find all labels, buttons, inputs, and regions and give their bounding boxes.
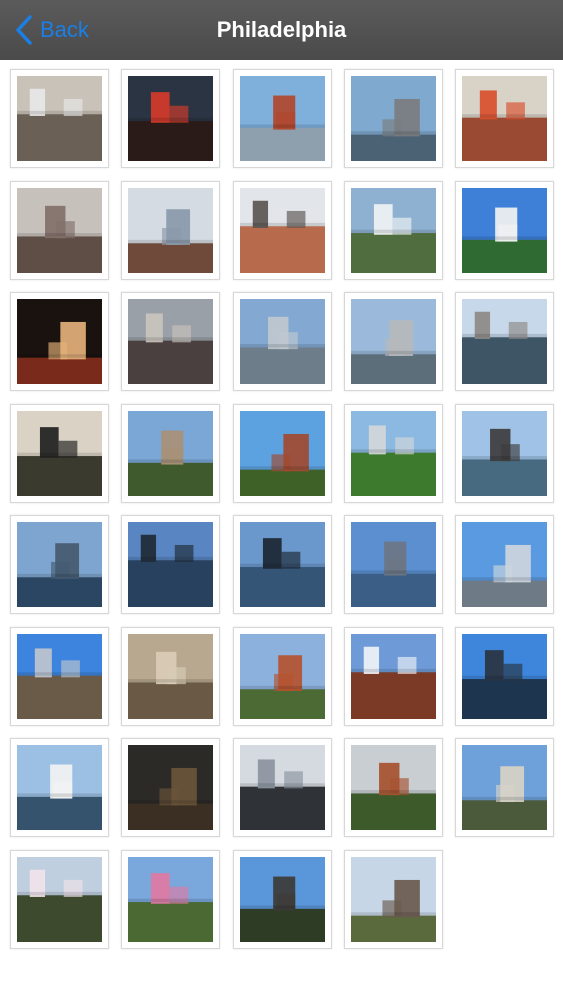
photo-thumbnail[interactable] — [233, 69, 332, 168]
photo-thumbnail[interactable] — [455, 626, 554, 726]
photo-thumbnail[interactable] — [10, 515, 109, 614]
photo-thumbnail[interactable] — [344, 180, 443, 280]
skyline-trees-photo-icon — [240, 187, 325, 273]
photo-thumbnail[interactable] — [344, 738, 443, 837]
photo-thumbnail[interactable] — [121, 849, 220, 949]
photo-thumbnail[interactable] — [233, 515, 332, 614]
photo-thumbnail[interactable] — [10, 180, 109, 280]
ben-franklin-bridge-photo-icon — [128, 522, 213, 607]
fountain-photo-icon — [351, 187, 436, 273]
photo-thumbnail[interactable] — [121, 738, 220, 837]
photo-thumbnail[interactable] — [233, 292, 332, 391]
victorian-house-photo-icon — [351, 856, 436, 942]
photo-thumbnail[interactable] — [10, 69, 109, 168]
navigation-bar: Back Philadelphia — [0, 0, 563, 60]
foggy-city-photo-icon — [17, 187, 102, 273]
river-cityscape-photo-icon — [351, 299, 436, 384]
harbor-skyline-photo-icon — [17, 633, 102, 719]
photo-thumbnail[interactable] — [121, 626, 220, 726]
river-skyline-photo-icon — [351, 522, 436, 607]
photo-thumbnail[interactable] — [10, 738, 109, 837]
brick-hall-photo-icon — [240, 633, 325, 719]
liberty-bell-photo-icon — [128, 745, 213, 830]
dusk-skyline-photo-icon — [17, 522, 102, 607]
bridge-tower-photo-icon — [462, 633, 547, 719]
photo-thumbnail[interactable] — [455, 403, 554, 503]
photo-thumbnail[interactable] — [344, 403, 443, 503]
photo-thumbnail[interactable] — [344, 849, 443, 949]
museum-dome-photo-icon — [240, 410, 325, 496]
river-factory-photo-icon — [462, 410, 547, 496]
photo-thumbnail[interactable] — [121, 403, 220, 503]
ferry-boat-photo-icon — [17, 745, 102, 830]
green-park-photo-icon — [351, 410, 436, 496]
photo-thumbnail[interactable] — [121, 515, 220, 614]
statue-photo-icon — [17, 76, 102, 161]
photo-thumbnail[interactable] — [233, 849, 332, 949]
tower-trees-photo-icon — [351, 745, 436, 830]
city-hall-lit-photo-icon — [17, 299, 102, 384]
page-title: Philadelphia — [216, 17, 347, 42]
lighthouse-photo-icon — [240, 856, 325, 942]
photo-thumbnail[interactable] — [121, 69, 220, 168]
photo-thumbnail[interactable] — [344, 515, 443, 614]
photo-thumbnail[interactable] — [10, 626, 109, 726]
photo-grid — [0, 60, 563, 1000]
pink-blossoms-photo-icon — [128, 856, 213, 942]
photo-thumbnail[interactable] — [233, 626, 332, 726]
stone-columns-photo-icon — [128, 633, 213, 719]
photo-thumbnail[interactable] — [455, 69, 554, 168]
bridge-river-photo-icon — [240, 522, 325, 607]
city-skyline-photo-icon — [462, 522, 547, 607]
balloon-photo-icon — [462, 187, 547, 273]
red-church-photo-icon — [240, 76, 325, 161]
photo-thumbnail[interactable] — [455, 180, 554, 280]
gray-buildings-photo-icon — [128, 299, 213, 384]
photo-thumbnail[interactable] — [233, 403, 332, 503]
photo-thumbnail[interactable] — [10, 403, 109, 503]
photo-thumbnail[interactable] — [233, 180, 332, 280]
elephant-statue-photo-icon — [17, 410, 102, 496]
glass-tower-photo-icon — [240, 745, 325, 830]
photo-thumbnail[interactable] — [121, 180, 220, 280]
park-fountain-photo-icon — [128, 410, 213, 496]
photo-thumbnail[interactable] — [121, 292, 220, 391]
city-hall-night-photo-icon — [128, 76, 213, 161]
independence-hall-photo-icon — [351, 633, 436, 719]
photo-thumbnail[interactable] — [10, 292, 109, 391]
photo-thumbnail[interactable] — [233, 738, 332, 837]
boathouse-photo-icon — [462, 299, 547, 384]
photo-thumbnail[interactable] — [10, 849, 109, 949]
river-bridge-photo-icon — [240, 299, 325, 384]
photo-thumbnail[interactable] — [344, 626, 443, 726]
city-hall-flowers-photo-icon — [462, 76, 547, 161]
skyscraper-photo-icon — [128, 187, 213, 273]
city-hall-day-photo-icon — [462, 745, 547, 830]
cherry-blossoms-photo-icon — [17, 856, 102, 942]
photo-thumbnail[interactable] — [455, 738, 554, 837]
photo-thumbnail[interactable] — [455, 292, 554, 391]
battleship-photo-icon — [351, 76, 436, 161]
photo-thumbnail[interactable] — [344, 69, 443, 168]
photo-thumbnail[interactable] — [344, 292, 443, 391]
photo-thumbnail[interactable] — [455, 515, 554, 614]
